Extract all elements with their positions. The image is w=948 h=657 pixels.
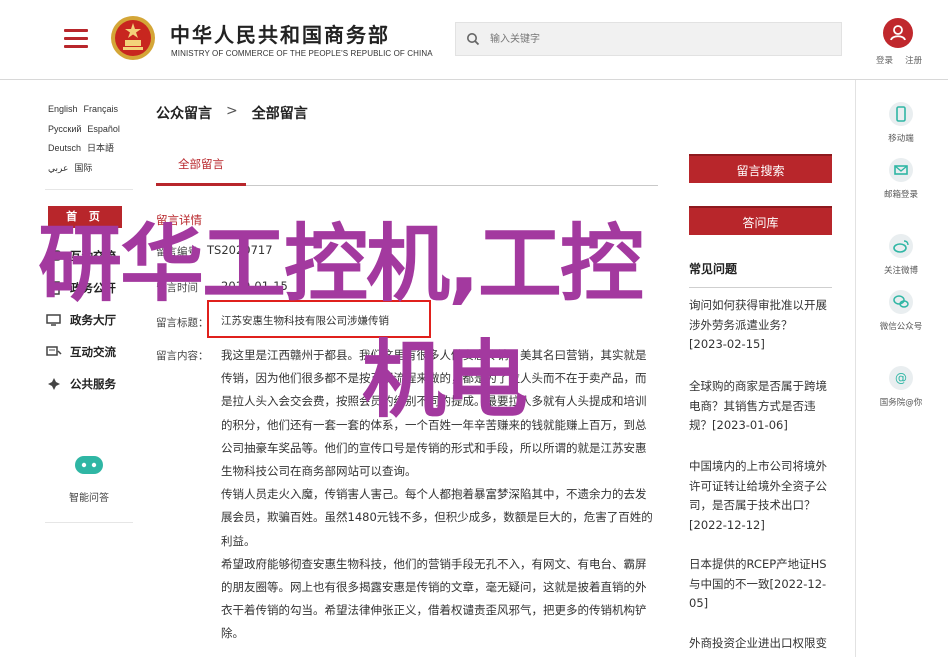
divider [689, 287, 832, 288]
wechat-icon [889, 290, 913, 314]
content-paragraph: 传销人员走火入魔，传销害人害己。每个人都抱着暴富梦深陷其中，不遗余力的去发展会员… [221, 487, 653, 548]
breadcrumb: 公众留言 > 全部留言 [156, 103, 308, 123]
news-title: 外商投资企业进出口权限变 [689, 636, 827, 650]
left-nav: 互动交流 政务公开 政务大厅 互动交流 公共服务 [46, 240, 136, 400]
share-state-council[interactable]: @ 国务院@你 [878, 366, 924, 408]
lang-arabic[interactable]: عربي [48, 159, 68, 179]
share-label: 国务院@你 [879, 398, 923, 408]
interact-icon [46, 346, 62, 356]
content-paragraph: 我这里是江西赣州于都县。我们这里有很多人做安惠传销，美其名曰营销，其实就是传销，… [221, 348, 647, 479]
news-item[interactable]: 外商投资企业进出口权限变 [689, 634, 829, 654]
faq-title: 常见问题 [689, 262, 738, 276]
mail-icon [889, 158, 913, 182]
lang-german[interactable]: Deutsch [48, 139, 81, 159]
smart-qa[interactable]: 智能问答 [48, 455, 130, 504]
news-item[interactable]: 询问如何获得审批准以开展涉外劳务派遣业务？[2023-02-15] [689, 296, 829, 355]
news-item[interactable]: 全球购的商家是否属于跨境电商？其销售方式是否违规？[2023-01-06] [689, 377, 829, 436]
message-content: 我这里是江西赣州于都县。我们这里有很多人做安惠传销，美其名曰营销，其实就是传销，… [221, 344, 657, 646]
message-time-label: 留言时间 [156, 282, 198, 294]
share-wechat[interactable]: 微信公众号 [878, 290, 924, 332]
news-date: 2023-01-06 [716, 418, 784, 432]
lang-russian[interactable]: Русский [48, 120, 81, 140]
news-title: 中国境内的上市公司将境外许可证转让给境外全资子公司，是否属于技术出口？ [689, 459, 827, 512]
site-subtitle: MINISTRY OF COMMERCE OF THE PEOPLE'S REP… [171, 49, 433, 58]
svg-text:@: @ [895, 371, 907, 385]
news-title: 询问如何获得审批准以开展涉外劳务派遣业务？ [689, 298, 827, 332]
login-link[interactable]: 登录 [876, 56, 893, 66]
user-avatar-icon[interactable] [883, 18, 913, 48]
share-label: 微信公众号 [879, 322, 923, 332]
robot-chat-icon [75, 456, 103, 474]
share-column: 移动端 邮箱登录 关注微博 微信公众号 @ 国务院@你 [855, 80, 948, 657]
divider [45, 522, 133, 523]
search-input[interactable] [490, 30, 820, 48]
search-box[interactable] [455, 22, 842, 56]
share-label: 邮箱登录 [883, 190, 918, 200]
nav-label: 互动交流 [70, 249, 116, 263]
breadcrumb-current: 全部留言 [251, 106, 308, 122]
nav-item-gov-public[interactable]: 政务公开 [46, 272, 136, 304]
share-mail[interactable]: 邮箱登录 [878, 158, 924, 200]
nav-label: 公共服务 [70, 377, 116, 391]
document-icon [47, 281, 60, 295]
site-title: 中华人民共和国商务部 [170, 23, 390, 47]
nav-label: 政务大厅 [70, 313, 116, 327]
tab-bar: 全部留言 [156, 150, 658, 186]
register-link[interactable]: 注册 [905, 56, 922, 66]
lang-english[interactable]: English [48, 100, 78, 120]
share-label: 移动端 [888, 134, 914, 144]
menu-icon[interactable] [64, 29, 88, 49]
tab-all-messages[interactable]: 全部留言 [156, 154, 246, 186]
smart-qa-label: 智能问答 [69, 493, 109, 504]
news-date: 2023-02-15 [693, 337, 761, 351]
share-weibo[interactable]: 关注微博 [878, 234, 924, 276]
lang-french[interactable]: Français [84, 100, 119, 120]
language-switcher: English Français Русский Español Deutsch 日本… [48, 100, 140, 178]
breadcrumb-root[interactable]: 公众留言 [156, 103, 212, 123]
message-content-label: 留言内容： [156, 350, 209, 362]
lang-intl[interactable]: 国际 [74, 159, 92, 179]
service-icon [48, 378, 60, 390]
message-id-value: TS2020717 [207, 243, 273, 257]
message-id-label: 留言编号 [156, 246, 198, 258]
nav-item-interact-1[interactable]: 互动交流 [46, 240, 136, 272]
news-item[interactable]: 日本提供的RCEP产地证HS与中国的不一致[2022-12-05] [689, 555, 829, 614]
hall-icon [46, 314, 61, 326]
message-time-value: 2019-01-15 [221, 279, 288, 293]
national-emblem-icon [111, 16, 155, 60]
lang-spanish[interactable]: Español [87, 120, 120, 140]
user-links: 登录 注册 [876, 54, 922, 66]
divider [45, 189, 133, 190]
lang-japanese[interactable]: 日本語 [87, 139, 114, 159]
share-label: 关注微博 [883, 266, 918, 276]
highlight-box [207, 300, 431, 338]
news-item[interactable]: 中国境内的上市公司将境外许可证转让给境外全资子公司，是否属于技术出口？[2022… [689, 457, 829, 535]
nav-item-interact-2[interactable]: 互动交流 [46, 336, 136, 368]
news-date: 2022-12-12 [693, 517, 761, 532]
site-header: 中华人民共和国商务部 MINISTRY OF COMMERCE OF THE P… [0, 0, 948, 80]
weibo-icon [889, 234, 913, 258]
content-paragraph: 希望政府能够彻查安惠生物科技，他们的营销手段无孔不入，有网文、有电台、霸屏的朋友… [221, 556, 647, 641]
at-icon: @ [889, 366, 913, 390]
nav-item-public-service[interactable]: 公共服务 [46, 368, 136, 400]
message-title-label: 留言标题： [156, 317, 209, 329]
chat-icon [46, 250, 61, 261]
share-mobile[interactable]: 移动端 [878, 102, 924, 144]
nav-label: 互动交流 [70, 345, 116, 359]
message-search-button[interactable]: 留言搜索 [689, 154, 832, 183]
home-button[interactable]: 首 页 [48, 206, 122, 228]
search-icon[interactable] [466, 32, 480, 46]
section-title: 留言详情 [156, 213, 202, 227]
faq-library-button[interactable]: 答问库 [689, 206, 832, 235]
breadcrumb-separator: > [226, 103, 238, 119]
nav-label: 政务公开 [70, 281, 116, 295]
mobile-icon [889, 102, 913, 126]
nav-item-gov-hall[interactable]: 政务大厅 [46, 304, 136, 336]
